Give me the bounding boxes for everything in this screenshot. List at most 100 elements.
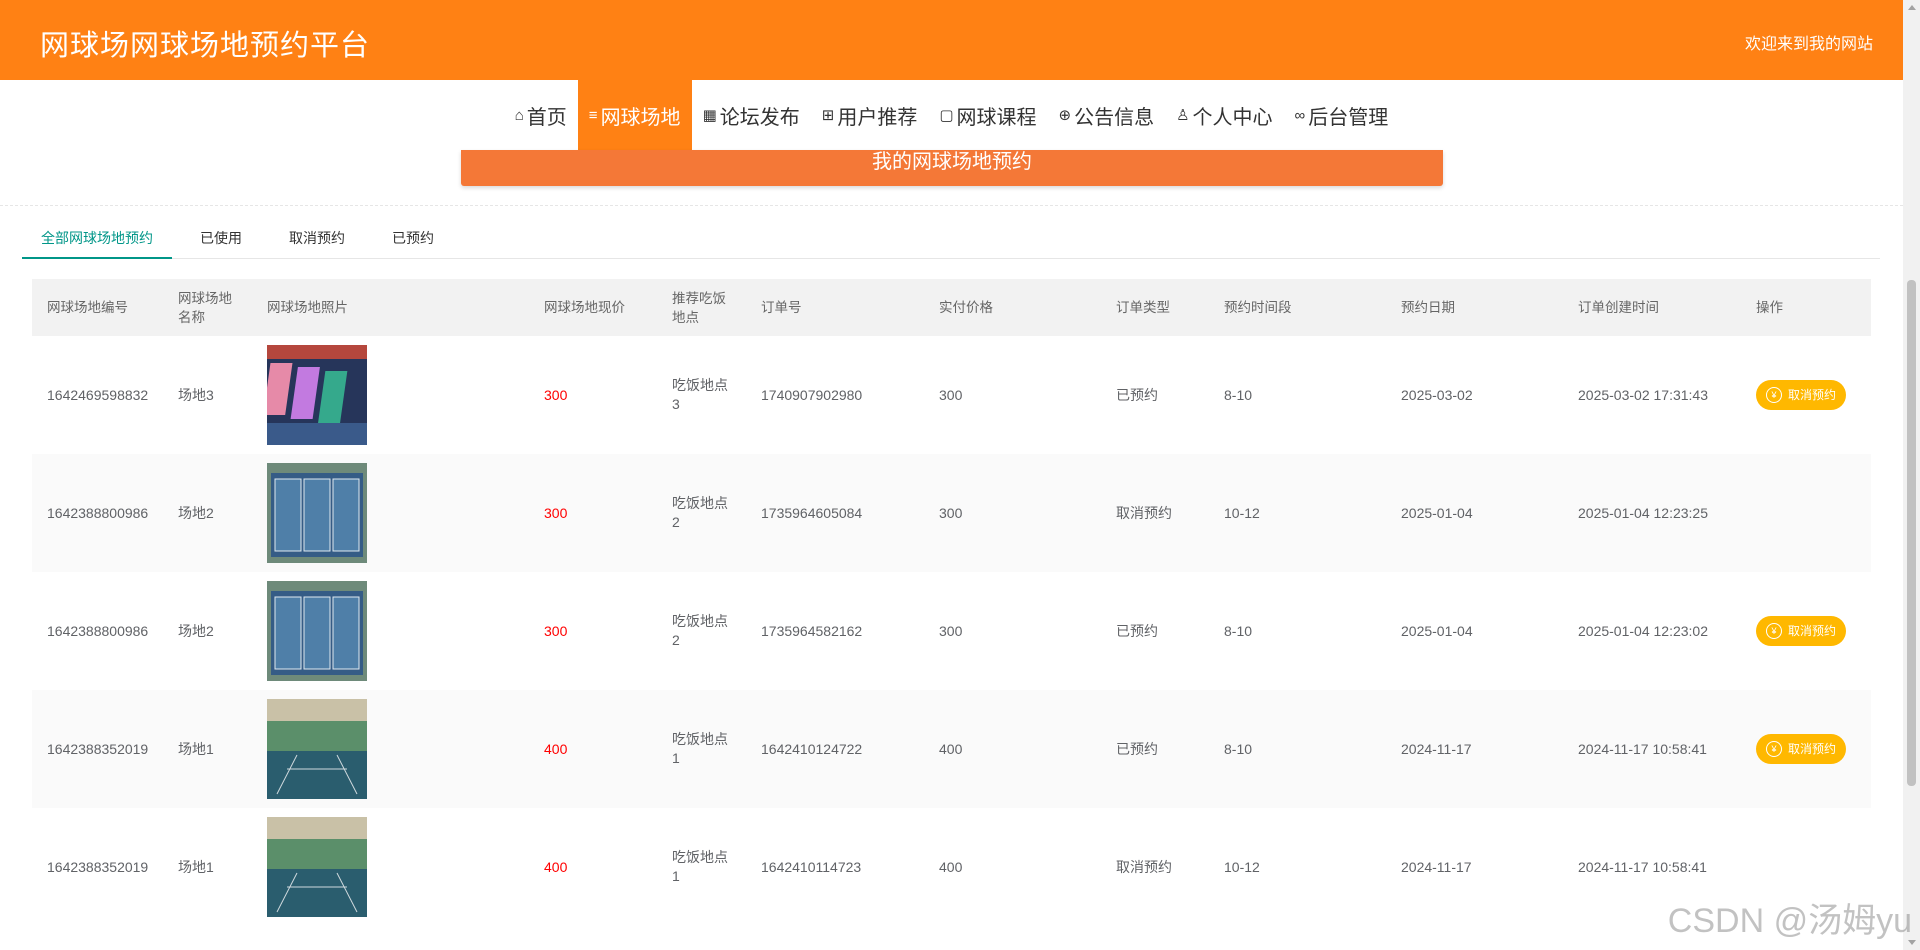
cell-price: 300 <box>529 336 657 454</box>
sliders-icon: ≡ <box>588 106 598 124</box>
booking-table: 网球场地编号 网球场地名称 网球场地照片 网球场地现价 推荐吃饭地点 订单号 实付价格 订单类… <box>32 279 1871 926</box>
cell-text: 2025-01-04 <box>1401 622 1473 639</box>
court-photo <box>267 463 367 563</box>
cell-text: 场地3 <box>178 386 214 403</box>
cell-text: 场地2 <box>178 504 214 521</box>
cancel-booking-button[interactable]: ¥ 取消预约 <box>1756 734 1847 764</box>
cell-text: 10-12 <box>1224 504 1260 521</box>
cell-food: 吃饭地点2 <box>657 454 746 572</box>
cell-date: 2025-01-04 <box>1386 572 1563 690</box>
nav-label: 个人中心 <box>1192 106 1273 129</box>
gift-icon: ⊞ <box>821 107 835 124</box>
cell-photo <box>252 690 529 808</box>
note-icon: ▢ <box>939 107 954 124</box>
cell-photo <box>252 454 529 572</box>
cell-name: 场地1 <box>163 808 252 926</box>
cell-text: 2024-11-17 10:58:41 <box>1578 858 1707 875</box>
column-header: 操作 <box>1741 279 1871 336</box>
cell-text: 1642388352019 <box>47 740 149 757</box>
nav-item-5[interactable]: ⊕ 公告信息 <box>1048 80 1166 150</box>
cell-date: 2025-03-02 <box>1386 336 1563 454</box>
cell-text: 300 <box>939 504 963 521</box>
cancel-label: 取消预约 <box>1788 741 1837 756</box>
cell-price: 400 <box>529 808 657 926</box>
cell-slot: 8-10 <box>1209 336 1386 454</box>
table-header-row: 网球场地编号 网球场地名称 网球场地照片 网球场地现价 推荐吃饭地点 订单号 实付价格 订单类… <box>32 279 1871 336</box>
yen-icon: ¥ <box>1766 741 1782 757</box>
court-photo <box>267 817 367 917</box>
cell-paid: 400 <box>924 808 1101 926</box>
cell-text: 2025-01-04 12:23:02 <box>1578 622 1708 639</box>
cell-slot: 10-12 <box>1209 454 1386 572</box>
cell-order_no: 1735964582162 <box>746 572 924 690</box>
cell-created: 2024-11-17 10:58:41 <box>1563 690 1741 808</box>
cell-photo <box>252 808 529 926</box>
cancel-booking-button[interactable]: ¥ 取消预约 <box>1756 380 1847 410</box>
cell-name: 场地1 <box>163 690 252 808</box>
cell-text: 2024-11-17 <box>1401 858 1472 875</box>
main-nav: ⌂ 首页 ≡ 网球场地 ▦ 论坛发布 ⊞ 用户推荐 ▢ 网球课程 ⊕ 公告信息 ♙ 个人中心 ∞ 后台管理 <box>0 80 1903 150</box>
nav-item-0[interactable]: ⌂ 首页 <box>504 80 578 150</box>
cell-text: 2025-03-02 17:31:43 <box>1578 386 1708 403</box>
nav-item-6[interactable]: ♙ 个人中心 <box>1165 80 1283 150</box>
cell-code: 1642388352019 <box>32 808 163 926</box>
cell-paid: 300 <box>924 454 1101 572</box>
cell-text: 2024-11-17 10:58:41 <box>1578 740 1707 757</box>
column-header: 预约日期 <box>1386 279 1563 336</box>
table-row: 1642388352019 场地1 400 吃饭地点1 1642410124722 400… <box>32 690 1871 808</box>
nav-item-4[interactable]: ▢ 网球课程 <box>928 80 1047 150</box>
cell-text: 吃饭地点2 <box>672 495 728 530</box>
cell-text: 1642388800986 <box>47 504 149 521</box>
cell-price: 300 <box>529 454 657 572</box>
cell-text: 300 <box>939 622 963 639</box>
cell-text: 300 <box>544 504 568 521</box>
cancel-booking-button[interactable]: ¥ 取消预约 <box>1756 616 1847 646</box>
cell-text: 取消预约 <box>1116 858 1172 875</box>
cell-type: 已预约 <box>1101 572 1209 690</box>
cell-order_no: 1642410114723 <box>746 808 924 926</box>
home-icon: ⌂ <box>514 106 524 124</box>
table-row: 1642388800986 场地2 300 吃饭地点2 1735964605084 300… <box>32 454 1871 572</box>
table-row: 1642469598832 场地3 300 吃饭地点3 1740907902980 300… <box>32 336 1871 454</box>
cell-text: 2025-03-02 <box>1401 386 1473 403</box>
cell-text: 400 <box>939 858 963 875</box>
table-row: 1642388800986 场地2 300 吃饭地点2 1735964582162 300… <box>32 572 1871 690</box>
tab-1[interactable]: 已使用 <box>181 218 261 258</box>
cell-text: 2025-01-04 <box>1401 504 1473 521</box>
cell-text: 8-10 <box>1224 740 1253 757</box>
tab-3[interactable]: 已预约 <box>373 218 453 258</box>
nav-item-1[interactable]: ≡ 网球场地 <box>577 80 692 150</box>
cell-name: 场地2 <box>163 454 252 572</box>
cell-paid: 300 <box>924 572 1101 690</box>
nav-item-7[interactable]: ∞ 后台管理 <box>1284 80 1400 150</box>
cell-food: 吃饭地点1 <box>657 690 746 808</box>
calendar-icon: ▦ <box>702 107 717 124</box>
tab-0[interactable]: 全部网球场地预约 <box>22 218 172 259</box>
cell-text: 2025-01-04 12:23:25 <box>1578 504 1708 521</box>
cell-created: 2025-01-04 12:23:25 <box>1563 454 1741 572</box>
filter-tabs: 全部网球场地预约 已使用 取消预约 已预约 <box>22 218 1880 259</box>
cell-text: 1642388352019 <box>47 858 149 875</box>
column-header: 订单创建时间 <box>1563 279 1741 336</box>
nav-item-3[interactable]: ⊞ 用户推荐 <box>811 80 929 150</box>
cell-text: 吃饭地点1 <box>672 849 728 884</box>
tab-2[interactable]: 取消预约 <box>270 218 364 258</box>
cell-text: 1642410124722 <box>761 740 863 757</box>
cell-order_no: 1740907902980 <box>746 336 924 454</box>
scroll-up-icon[interactable] <box>1908 5 1916 10</box>
nav-item-2[interactable]: ▦ 论坛发布 <box>692 80 811 150</box>
cell-type: 取消预约 <box>1101 808 1209 926</box>
top-header: 网球场网球场地预约平台 欢迎来到我的网站 <box>0 0 1903 80</box>
page-banner: 我的网球场地预约 <box>461 150 1443 186</box>
vertical-scrollbar[interactable] <box>1903 0 1920 950</box>
cell-slot: 8-10 <box>1209 572 1386 690</box>
scroll-thumb[interactable] <box>1907 280 1916 786</box>
nav-label: 论坛发布 <box>719 106 800 129</box>
cell-code: 1642388352019 <box>32 690 163 808</box>
cell-code: 1642388800986 <box>32 454 163 572</box>
cancel-label: 取消预约 <box>1788 387 1837 402</box>
column-header: 推荐吃饭地点 <box>657 279 746 336</box>
column-header: 网球场地照片 <box>252 279 529 336</box>
column-header: 订单类型 <box>1101 279 1209 336</box>
court-photo <box>267 581 367 681</box>
